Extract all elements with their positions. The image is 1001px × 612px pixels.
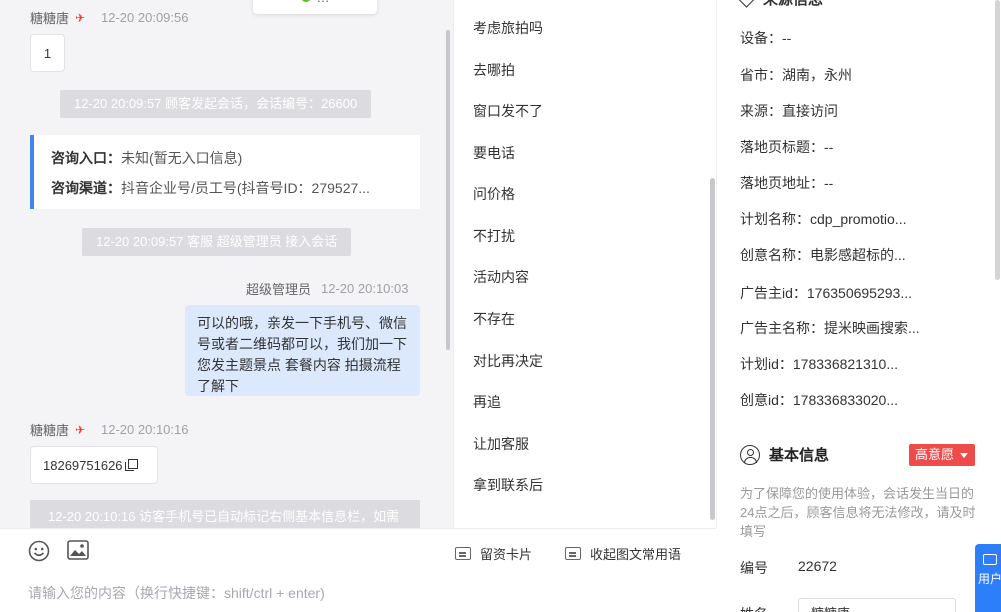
quick-replies-panel: 考虑旅拍吗 去哪拍 窗口发不了 要电话 问价格 不打扰 活动内容 不存在 对比再… [453, 0, 717, 528]
info-row-creative-id: 创意id：178336833020... [740, 392, 898, 408]
chat-scrollbar[interactable] [446, 30, 450, 350]
visitor-name: 糖糖唐 [30, 11, 70, 26]
quick-reply-item[interactable]: 不存在 [473, 309, 515, 329]
user-icon [740, 444, 760, 465]
source-info-title: 来源信息 [737, 0, 823, 9]
message-meta: 糖糖唐 ✈ 12-20 20:09:56 [30, 8, 188, 27]
info-row-landing-title: 落地页标题：-- [740, 139, 834, 155]
intent-dropdown[interactable]: 高意愿 [909, 444, 975, 466]
basic-info-title: 基本信息 [740, 444, 829, 465]
message-text: 1 [43, 45, 52, 61]
system-message: 12-20 20:09:57 顾客发起会话，会话编号：26600 [60, 90, 372, 118]
quick-reply-item[interactable]: 不打扰 [473, 226, 515, 246]
agent-name: 超级管理员 [246, 282, 312, 297]
message-time: 12-20 20:09:56 [101, 10, 189, 25]
agent-message: 可以的哦，亲发一下手机号、微信号或者二维码都可以，我们加一下您发主题景点 套餐内… [185, 305, 420, 396]
replies-scrollbar[interactable] [710, 178, 715, 520]
quick-reply-item[interactable]: 问价格 [473, 184, 515, 204]
edit-notice: 为了保障您的使用体验，会话发生当日的24点之后，顾客信息将无法修改，请及时填写 [740, 486, 976, 539]
consult-entry-label: 咨询入口： [51, 150, 121, 166]
source-icon [737, 0, 756, 8]
system-message: 12-20 20:09:57 客服 超级管理员 接入会话 [82, 228, 352, 256]
info-row-region: 省市：湖南，永州 [740, 67, 852, 83]
chat-panel: … 糖糖唐 ✈ 12-20 20:09:56 1 12-20 20:09:57 … [0, 0, 453, 528]
basic-info-label: 基本信息 [769, 447, 830, 464]
user-side-label: 用户 [977, 572, 1001, 586]
success-icon [300, 0, 311, 2]
consult-info-card: 咨询入口：未知(暂无入口信息) 咨询渠道：抖音企业号/员工号(抖音号ID：279… [30, 135, 420, 209]
number-label: 编号 [740, 560, 768, 576]
name-label: 姓名 [740, 604, 768, 612]
message-text: 18269751626 [43, 457, 123, 473]
user-side-button[interactable]: 用户 [975, 544, 1001, 612]
name-field[interactable]: 糖糖唐 [798, 598, 956, 612]
source-info-label: 来源信息 [763, 0, 823, 9]
lead-card-button[interactable]: 留资卡片 [455, 544, 532, 563]
lead-card-label: 留资卡片 [480, 547, 533, 562]
info-row-creative-name: 创意名称：电影感超标的... [740, 247, 906, 263]
system-message: 12-20 20:10:16 访客手机号已自动标记右侧基本信息栏，如需修改请在基… [30, 500, 420, 528]
message-time: 12-20 20:10:16 [101, 422, 189, 437]
info-row-advertiser-name: 广告主名称：提米映画搜索... [740, 320, 920, 336]
message-input-area[interactable]: 留资卡片 收起图文常用语 请输入您的内容（换行快捷键：shift/ctrl + … [0, 528, 716, 612]
copy-icon[interactable] [124, 459, 138, 471]
quick-reply-item[interactable]: 活动内容 [473, 267, 529, 287]
info-row-advertiser-id: 广告主id：176350695293... [740, 285, 912, 301]
consult-entry-row: 咨询入口：未知(暂无入口信息) [51, 143, 420, 173]
message-input-placeholder[interactable]: 请输入您的内容（换行快捷键：shift/ctrl + enter) [28, 583, 325, 603]
toast-text: … [317, 0, 330, 5]
agent-message-meta: 超级管理员 12-20 20:10:03 [246, 279, 408, 298]
quick-reply-item[interactable]: 去哪拍 [473, 60, 515, 80]
douyin-icon: ✈ [75, 422, 86, 437]
consult-entry-value: 未知(暂无入口信息) [121, 150, 243, 166]
quick-reply-item[interactable]: 对比再决定 [473, 351, 543, 371]
consult-channel-value: 抖音企业号/员工号(抖音号ID：279527... [121, 180, 370, 196]
message-icon [565, 547, 581, 560]
message-meta: 糖糖唐 ✈ 12-20 20:10:16 [30, 420, 188, 439]
info-scrollbar[interactable] [995, 0, 1000, 280]
visitor-phone-message: 18269751626 [30, 446, 158, 484]
info-row-source: 来源：直接访问 [740, 103, 838, 119]
visitor-message: 1 [30, 34, 65, 72]
number-value: 22672 [798, 558, 837, 574]
card-icon [455, 547, 471, 560]
collapse-phrases-button[interactable]: 收起图文常用语 [565, 544, 681, 563]
consult-channel-row: 咨询渠道：抖音企业号/员工号(抖音号ID：279527... [51, 173, 420, 203]
quick-reply-item[interactable]: 再追 [473, 392, 501, 412]
visitor-name: 糖糖唐 [30, 423, 70, 438]
douyin-icon: ✈ [75, 10, 86, 25]
collapse-phrases-label: 收起图文常用语 [590, 547, 682, 562]
quick-reply-item[interactable]: 让加客服 [473, 434, 529, 454]
quick-reply-item[interactable]: 窗口发不了 [473, 101, 543, 121]
quick-reply-item[interactable]: 考虑旅拍吗 [473, 18, 543, 38]
consult-channel-label: 咨询渠道： [51, 180, 121, 196]
quick-reply-item[interactable]: 要电话 [473, 143, 515, 163]
message-time: 12-20 20:10:03 [321, 281, 409, 296]
quick-reply-item[interactable]: 拿到联系后 [473, 475, 543, 495]
customer-info-panel: 来源信息 设备：-- 省市：湖南，永州 来源：直接访问 落地页标题：-- 落地页… [718, 0, 1001, 612]
emoji-icon[interactable] [28, 540, 50, 562]
info-row-plan-name: 计划名称：cdp_promotio... [740, 211, 907, 227]
image-icon[interactable] [67, 540, 89, 560]
info-row-plan-id: 计划id：178336821310... [740, 356, 898, 372]
toast: … [253, 0, 377, 14]
chat-icon [983, 554, 997, 565]
info-row-device: 设备：-- [740, 30, 792, 46]
info-row-landing-url: 落地页地址：-- [740, 175, 834, 191]
